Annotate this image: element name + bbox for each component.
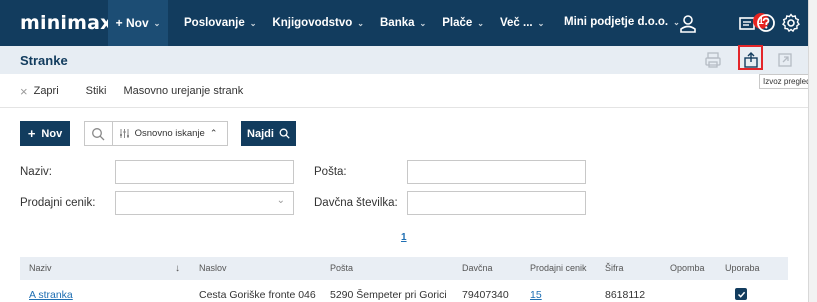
pricelist-select[interactable]: ⌄ bbox=[115, 191, 294, 215]
chevron-down-icon: ⌄ bbox=[357, 19, 364, 28]
chevron-down-icon: ⌄ bbox=[477, 19, 484, 28]
column-header[interactable]: Opomba bbox=[670, 263, 705, 273]
pricelist-label: Prodajni cenik: bbox=[20, 197, 96, 209]
company-selector[interactable]: Mini podjetje d.o.o. ⌄ bbox=[564, 16, 680, 28]
close-icon[interactable]: × bbox=[20, 84, 28, 99]
column-header[interactable]: Naziv bbox=[29, 263, 52, 273]
menu-label: Poslovanje bbox=[184, 17, 245, 29]
name-input[interactable] bbox=[115, 160, 294, 184]
checkmark-icon bbox=[737, 291, 745, 298]
table-cell: 79407340 bbox=[462, 289, 509, 301]
menu-label: Knjigovodstvo bbox=[272, 17, 353, 29]
menu-banka[interactable]: Banka ⌄ bbox=[380, 17, 426, 29]
tax-number-label: Davčna številka: bbox=[314, 197, 398, 209]
column-header[interactable]: Prodajni cenik bbox=[530, 263, 587, 273]
find-button-label: Najdi bbox=[247, 127, 274, 140]
pagination-page-1[interactable]: 1 bbox=[401, 232, 407, 243]
app-logo[interactable]: minimax bbox=[20, 12, 112, 34]
user-icon[interactable] bbox=[678, 14, 698, 34]
new-customer-button[interactable]: + Nov bbox=[20, 121, 70, 146]
chevron-down-icon: ⌄ bbox=[249, 19, 257, 28]
post-label: Pošta: bbox=[314, 166, 347, 178]
new-menu-label: + Nov bbox=[115, 16, 149, 30]
company-name: Mini podjetje d.o.o. bbox=[564, 16, 669, 28]
column-header[interactable]: Uporaba bbox=[725, 263, 760, 273]
menu-poslovanje[interactable]: Poslovanje ⌄ bbox=[184, 17, 256, 29]
column-header[interactable]: Šifra bbox=[605, 263, 624, 273]
filter-sliders-icon bbox=[119, 129, 129, 138]
mass-edit-link[interactable]: Masovno urejanje strank bbox=[123, 85, 243, 97]
sort-down-icon[interactable]: ↓ bbox=[175, 263, 180, 274]
print-icon[interactable] bbox=[703, 50, 723, 70]
chevron-down-icon: ⌄ bbox=[537, 19, 545, 28]
sub-navigation: × Zapri Stiki Masovno urejanje strank bbox=[0, 80, 243, 102]
search-mode-label: Osnovno iskanje bbox=[134, 128, 205, 139]
page-title: Stranke bbox=[20, 53, 68, 68]
new-button-label: Nov bbox=[41, 127, 63, 140]
menu-label: Več ... bbox=[500, 17, 533, 29]
close-link[interactable]: Zapri bbox=[34, 85, 59, 97]
menu-place[interactable]: Plače ⌄ bbox=[442, 17, 484, 29]
divider bbox=[0, 107, 808, 108]
plus-icon: + bbox=[27, 126, 36, 141]
column-header[interactable]: Davčna bbox=[462, 263, 493, 273]
table-header: Naziv ↓ Naslov Pošta Davčna Prodajni cen… bbox=[20, 257, 788, 280]
find-button[interactable]: Najdi bbox=[241, 121, 296, 146]
settings-icon[interactable] bbox=[781, 13, 801, 33]
table-cell: 5290 Šempeter pri Gorici bbox=[330, 289, 447, 301]
help-icon[interactable] bbox=[756, 13, 776, 33]
menu-label: Plače bbox=[442, 17, 473, 29]
menu-vec[interactable]: Več ... ⌄ bbox=[500, 17, 544, 29]
tax-number-input[interactable] bbox=[407, 191, 586, 215]
column-header[interactable]: Pošta bbox=[330, 263, 353, 273]
page-header: Stranke bbox=[0, 46, 808, 74]
table-cell: 8618112 bbox=[605, 289, 646, 301]
chevron-down-icon: ⌄ bbox=[153, 18, 161, 28]
chevron-down-icon: ⌄ bbox=[276, 195, 285, 206]
search-icon bbox=[279, 128, 290, 139]
menu-knjigovodstvo[interactable]: Knjigovodstvo ⌄ bbox=[272, 17, 364, 29]
search-icon[interactable] bbox=[85, 122, 113, 145]
new-menu-button[interactable]: + Nov ⌄ bbox=[108, 0, 168, 46]
contacts-link[interactable]: Stiki bbox=[86, 85, 107, 97]
pricelist-link[interactable]: 15 bbox=[530, 289, 542, 301]
name-label: Naziv: bbox=[20, 166, 52, 178]
export-highlight-box bbox=[738, 45, 763, 70]
chevron-up-icon: ⌃ bbox=[209, 128, 218, 138]
chevron-down-icon: ⌄ bbox=[419, 19, 427, 28]
open-window-icon[interactable] bbox=[775, 50, 795, 70]
search-mode-group: Osnovno iskanje ⌃ bbox=[84, 121, 228, 146]
table-cell: Cesta Goriške fronte 046 bbox=[199, 289, 316, 301]
customer-name-link[interactable]: A stranka bbox=[29, 289, 73, 301]
usage-checkbox[interactable] bbox=[735, 288, 747, 300]
top-navigation-bar: minimax + Nov ⌄ Poslovanje ⌄ Knjigovodstvo… bbox=[0, 0, 808, 46]
post-input[interactable] bbox=[407, 160, 586, 184]
scrollbar[interactable] bbox=[808, 0, 817, 302]
search-mode-dropdown[interactable]: Osnovno iskanje ⌃ bbox=[113, 122, 227, 145]
column-header[interactable]: Naslov bbox=[199, 263, 227, 273]
menu-label: Banka bbox=[380, 17, 415, 29]
